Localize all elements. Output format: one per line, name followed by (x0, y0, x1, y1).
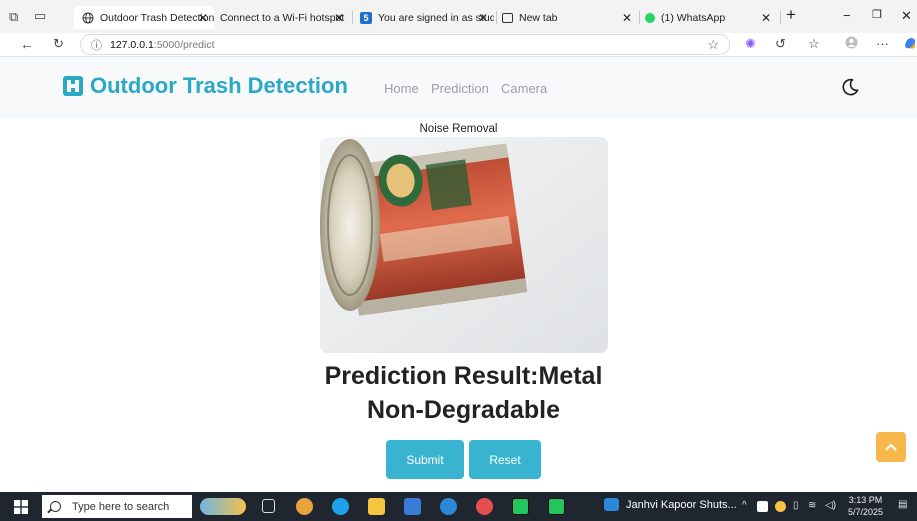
close-tab-icon[interactable]: ✕ (478, 11, 488, 25)
s-app-icon: 5 (360, 11, 372, 24)
url-path: :5000/predict (153, 38, 215, 51)
favorites-icon[interactable]: ☆ (808, 36, 820, 52)
url-host: 127.0.0.1 (110, 38, 154, 51)
dark-mode-moon-icon[interactable] (840, 77, 860, 97)
new-tab-plus-icon[interactable]: + (786, 5, 796, 25)
tab-signed-in[interactable]: 5 You are signed in as stud ✕ (360, 6, 494, 29)
file-explorer-icon[interactable] (368, 498, 385, 515)
tab-label: (1) WhatsApp (661, 11, 726, 24)
store-icon[interactable] (404, 498, 421, 515)
nav-home[interactable]: Home (384, 81, 419, 96)
clock-date: 5/7/2025 (848, 507, 884, 517)
tray-notify-icon[interactable] (775, 501, 786, 512)
taskbar-search-placeholder: Type here to search (72, 500, 170, 513)
site-navbar: Outdoor Trash Detection Home Prediction … (0, 57, 917, 119)
tray-app-icon[interactable] (757, 501, 768, 512)
taskbar-news-label: Janhvi Kapoor Shuts... (626, 498, 737, 511)
back-icon[interactable]: ← (20, 36, 34, 52)
show-hidden-icons-chevron-icon[interactable]: ^ (742, 500, 747, 511)
refresh-extension-icon[interactable]: ↺ (775, 36, 786, 52)
tab-label: New tab (519, 11, 558, 24)
browser-tab-strip: ⧉ ▭ Outdoor Trash Detection ✕ Connect to… (0, 0, 917, 33)
page-content: Outdoor Trash Detection Home Prediction … (0, 57, 917, 492)
close-tab-icon[interactable]: ✕ (622, 11, 632, 25)
brand-title: Outdoor Trash Detection (90, 73, 348, 98)
prediction-category-label: Non-Degradable (366, 396, 561, 424)
pycharm-icon[interactable] (512, 498, 529, 515)
workspaces-icon[interactable]: ⧉ (9, 9, 18, 25)
close-tab-icon[interactable]: ✕ (198, 11, 208, 25)
tab-whatsapp[interactable]: (1) WhatsApp ✕ (645, 6, 777, 29)
prediction-result-label: Prediction Result:Metal (324, 362, 603, 390)
network-icon[interactable]: ≋ (808, 500, 816, 511)
restore-icon[interactable]: ❐ (872, 8, 882, 21)
clock-time: 3:13 PM (848, 495, 883, 505)
nav-camera[interactable]: Camera (501, 81, 547, 96)
volume-icon[interactable]: ◁) (825, 500, 836, 511)
chevron-up-icon (885, 443, 897, 451)
close-tab-icon[interactable]: ✕ (334, 11, 344, 25)
office-icon[interactable] (476, 498, 493, 515)
news-icon (604, 498, 619, 511)
tab-separator (352, 11, 353, 24)
tab-new-tab[interactable]: New tab ✕ (502, 6, 638, 29)
nav-prediction[interactable]: Prediction (431, 81, 489, 96)
tab-separator (496, 11, 497, 24)
mail-icon[interactable] (440, 498, 457, 515)
tab-separator (780, 11, 781, 24)
windows-start-icon[interactable] (14, 500, 28, 514)
globe-icon (82, 12, 94, 24)
close-window-icon[interactable]: ✕ (901, 8, 912, 24)
tab-label: Connect to a Wi-Fi hotspot (220, 11, 345, 24)
new-tab-icon (502, 12, 513, 23)
reset-button[interactable]: Reset (469, 440, 541, 479)
site-brand[interactable]: Outdoor Trash Detection (63, 73, 348, 99)
tab-actions-icon[interactable]: ▭ (34, 8, 46, 24)
copilot-app-icon[interactable] (296, 498, 313, 515)
refresh-icon[interactable]: ↻ (53, 36, 64, 52)
tab-wifi-hotspot[interactable]: Connect to a Wi-Fi hotspot ✕ (220, 6, 350, 29)
favorite-star-icon[interactable]: ☆ (707, 37, 719, 53)
tab-outdoor-trash-detection[interactable]: Outdoor Trash Detection ✕ (74, 6, 214, 29)
search-icon (50, 501, 61, 512)
pycharm-ce-icon[interactable] (548, 498, 565, 515)
profile-icon[interactable] (845, 36, 858, 52)
windows-taskbar: Type here to search Janhvi Kapoor Shuts.… (0, 492, 917, 521)
address-bar[interactable]: ⓘ 127.0.0.1 :5000/predict ☆ (80, 34, 730, 55)
battery-icon[interactable]: ▯ (793, 500, 799, 511)
brand-logo-icon (63, 76, 83, 96)
edge-browser-icon[interactable] (332, 498, 349, 515)
task-view-icon[interactable] (262, 499, 275, 513)
site-info-icon[interactable]: ⓘ (91, 37, 102, 53)
minimize-icon[interactable]: − (843, 8, 851, 23)
image-caption: Noise Removal (419, 123, 498, 135)
tab-label: You are signed in as stud (378, 11, 494, 24)
scroll-to-top-button[interactable] (876, 432, 906, 462)
copilot-icon[interactable]: ✺ (745, 36, 756, 52)
whatsapp-icon (645, 12, 655, 23)
more-icon[interactable]: ··· (876, 36, 889, 51)
tab-separator (639, 11, 640, 24)
uploaded-image (320, 137, 608, 353)
taskbar-news-item[interactable]: Janhvi Kapoor Shuts... (604, 498, 737, 511)
weather-widget-icon[interactable] (200, 498, 246, 515)
taskbar-search-box[interactable]: Type here to search (42, 495, 192, 518)
browser-toolbar: ← ↻ ⓘ 127.0.0.1 :5000/predict ☆ ✺ ↺ ☆ ··… (0, 33, 917, 57)
notifications-icon[interactable]: ▤ (898, 499, 907, 510)
tab-label: Outdoor Trash Detection (100, 11, 214, 24)
edge-copilot-icon[interactable] (903, 36, 917, 53)
submit-button[interactable]: Submit (386, 440, 464, 479)
close-tab-icon[interactable]: ✕ (761, 11, 771, 25)
taskbar-clock[interactable]: 3:13 PM 5/7/2025 (848, 494, 883, 518)
